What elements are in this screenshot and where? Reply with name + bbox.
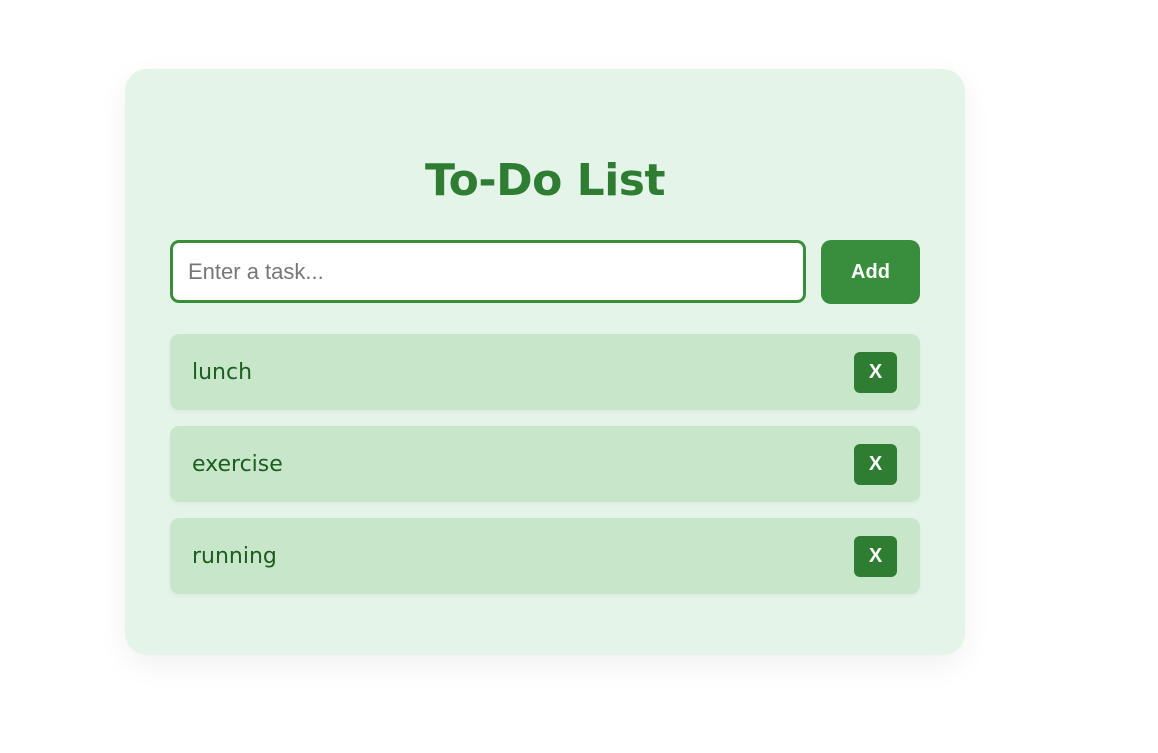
- task-label: lunch: [192, 360, 253, 385]
- task-label: running: [192, 544, 277, 569]
- delete-task-button[interactable]: X: [854, 444, 897, 485]
- task-item: lunch X: [170, 334, 920, 410]
- task-item: exercise X: [170, 426, 920, 502]
- delete-task-button[interactable]: X: [854, 352, 897, 393]
- task-item: running X: [170, 518, 920, 594]
- task-input[interactable]: [170, 240, 806, 303]
- add-task-button[interactable]: Add: [821, 240, 920, 304]
- todo-card: To-Do List Add lunch X exercise X runnin…: [125, 69, 965, 655]
- delete-task-button[interactable]: X: [854, 536, 897, 577]
- page-title: To-Do List: [424, 155, 666, 206]
- task-list: lunch X exercise X running X: [170, 334, 920, 610]
- task-label: exercise: [192, 452, 283, 477]
